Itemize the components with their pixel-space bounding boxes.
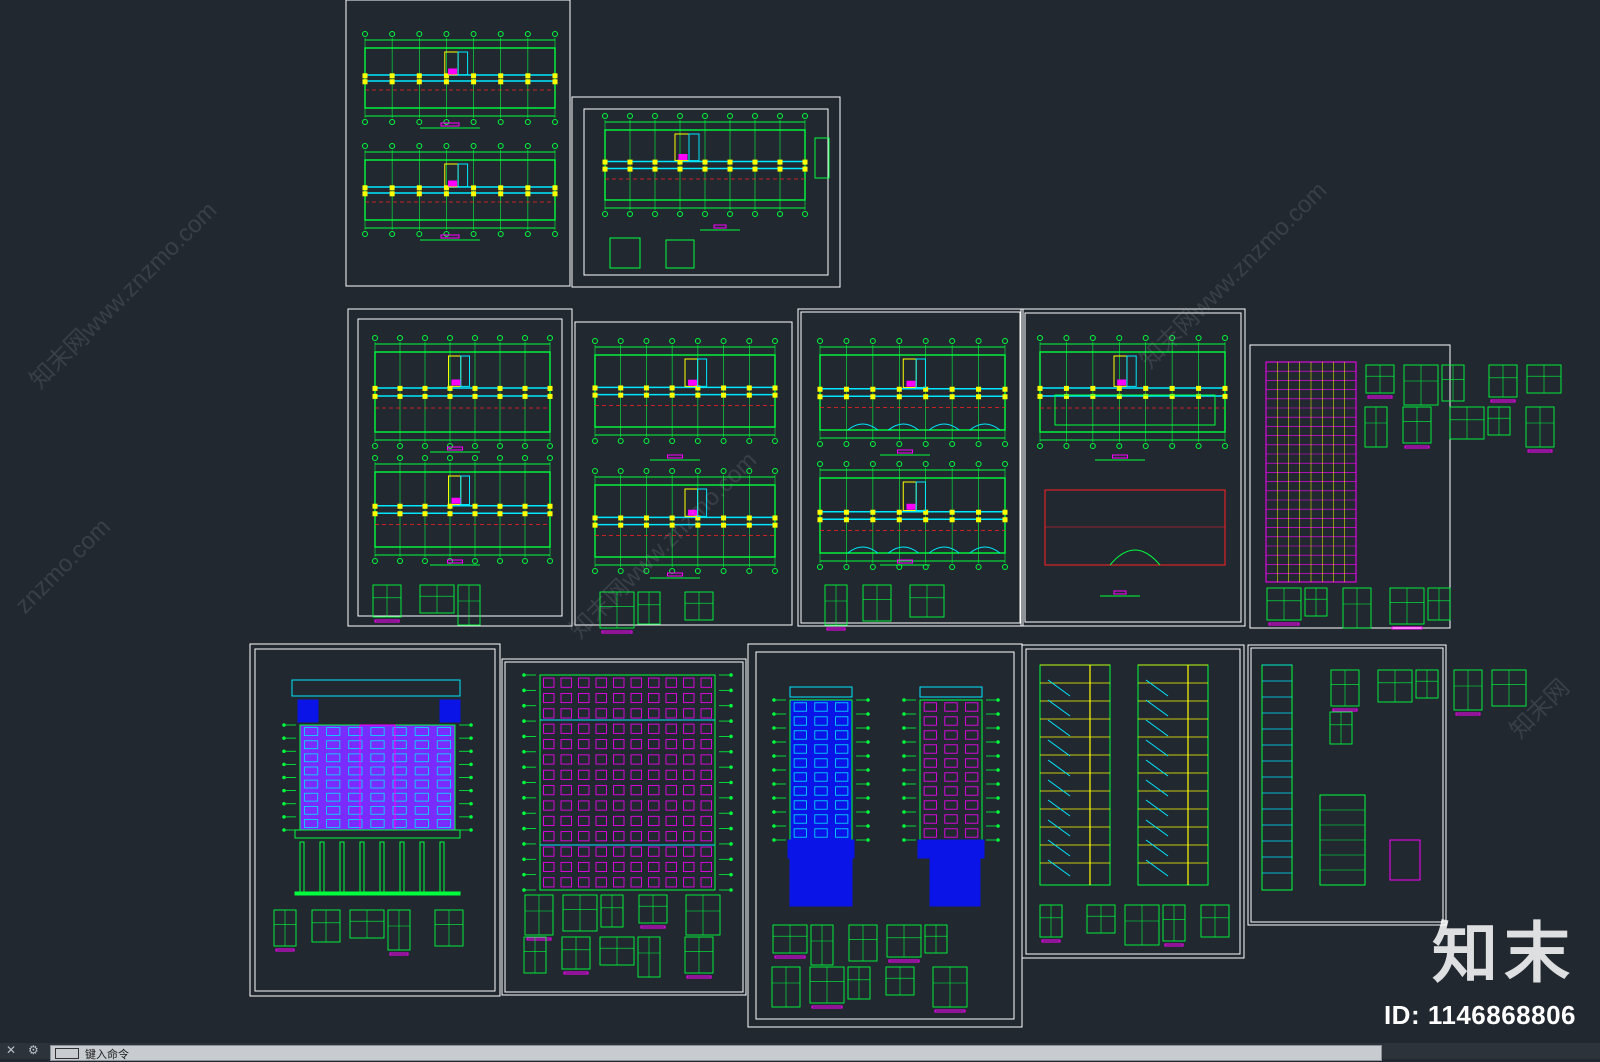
- sheet-front-elevation[interactable]: [249, 643, 501, 997]
- command-line-bar: ✕ ⚙ 键入命令: [0, 1043, 1600, 1061]
- sheet-sections[interactable]: [1021, 644, 1245, 959]
- brand-logo: 知末: [1432, 914, 1576, 992]
- sheet-rear-elevation[interactable]: [501, 658, 747, 996]
- sheet-door-window-schedule[interactable]: [1249, 344, 1562, 630]
- close-icon[interactable]: ✕: [6, 1043, 16, 1057]
- model-id: ID: 1146868806: [1383, 1000, 1576, 1030]
- cad-model-space[interactable]: [0, 0, 1600, 1043]
- sheet-roof-plan[interactable]: [1020, 308, 1246, 627]
- sheet-floor-plans-5[interactable]: [797, 308, 1024, 631]
- customize-icon[interactable]: ⚙: [28, 1043, 39, 1057]
- sheet-details[interactable]: [1247, 644, 1527, 926]
- sheet-floor-plans-2[interactable]: [571, 96, 841, 288]
- sheet-side-elevations[interactable]: [747, 643, 1023, 1028]
- command-icon: [55, 1048, 79, 1059]
- command-placeholder: 键入命令: [85, 1048, 129, 1061]
- brand-watermark: 知末 ID: 1146868806: [1384, 900, 1576, 1031]
- sheet-floor-plans-1[interactable]: [345, 0, 571, 287]
- sheet-floor-plans-3[interactable]: [347, 308, 573, 627]
- sheet-floor-plans-4[interactable]: [574, 321, 793, 634]
